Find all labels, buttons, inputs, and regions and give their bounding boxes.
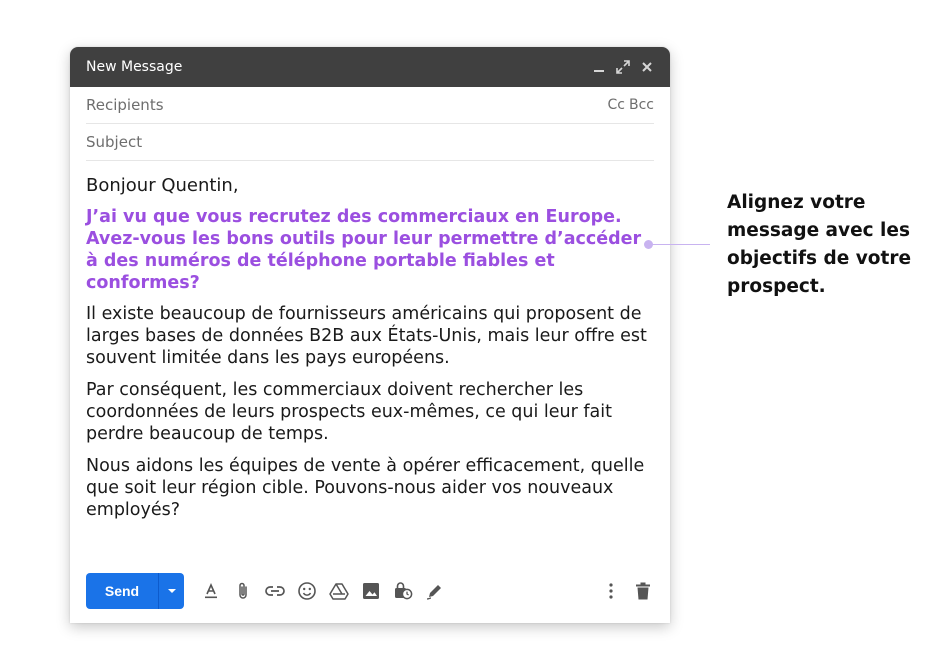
compose-toolbar: Send <box>86 573 654 609</box>
annotation-dot <box>644 240 653 249</box>
window-controls <box>590 58 656 76</box>
send-button-group: Send <box>86 573 184 609</box>
annotation-connector <box>648 244 710 245</box>
compose-window: New Message Recipients Cc Bcc Subject Bo… <box>70 47 670 623</box>
body-paragraph: Il existe beaucoup de fournisseurs améri… <box>86 304 647 368</box>
image-icon[interactable] <box>360 580 382 602</box>
link-icon[interactable] <box>264 580 286 602</box>
subject-placeholder: Subject <box>86 133 143 151</box>
highlighted-paragraph: J’ai vu que vous recrutez des commerciau… <box>86 207 642 293</box>
window-title: New Message <box>86 59 183 75</box>
recipients-placeholder: Recipients <box>86 96 164 114</box>
close-icon[interactable] <box>638 58 656 76</box>
body-paragraph: Nous aidons les équipes de vente à opére… <box>86 456 645 520</box>
emoji-icon[interactable] <box>296 580 318 602</box>
format-text-icon[interactable] <box>200 580 222 602</box>
schedule-send-dropdown[interactable] <box>158 573 184 609</box>
chevron-down-icon <box>167 589 176 593</box>
send-button[interactable]: Send <box>86 573 158 609</box>
body-paragraph: Par conséquent, les commerciaux doivent … <box>86 380 613 444</box>
trash-icon[interactable] <box>632 580 654 602</box>
greeting-text: Bonjour Quentin, <box>86 175 239 196</box>
attach-icon[interactable] <box>232 580 254 602</box>
cc-bcc-links: Cc Bcc <box>608 97 654 113</box>
message-body[interactable]: Bonjour Quentin, J’ai vu que vous recrut… <box>70 161 670 521</box>
formatting-tools <box>200 580 446 602</box>
subject-field[interactable]: Subject <box>86 124 654 161</box>
annotation-callout: Alignez votre message avec les objectifs… <box>727 192 912 297</box>
signature-icon[interactable] <box>424 580 446 602</box>
more-options-icon[interactable] <box>600 580 622 602</box>
confidential-mode-icon[interactable] <box>392 580 414 602</box>
bcc-link[interactable]: Bcc <box>629 97 654 113</box>
minimize-icon[interactable] <box>590 58 608 76</box>
recipients-field[interactable]: Recipients Cc Bcc <box>86 87 654 124</box>
fullscreen-icon[interactable] <box>614 58 632 76</box>
toolbar-right <box>600 580 654 602</box>
drive-icon[interactable] <box>328 580 350 602</box>
compose-titlebar: New Message <box>70 47 670 87</box>
cc-link[interactable]: Cc <box>608 97 625 113</box>
